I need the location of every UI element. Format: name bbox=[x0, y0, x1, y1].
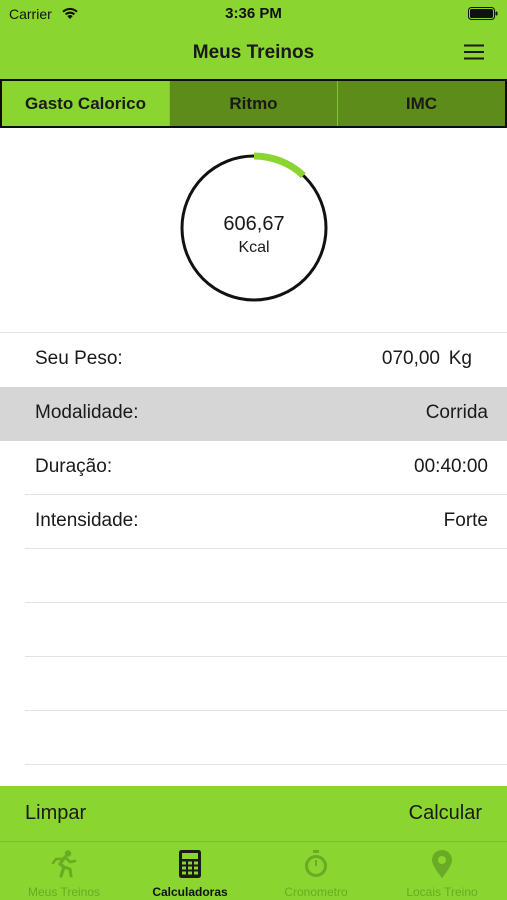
weight-label: Seu Peso: bbox=[35, 348, 123, 369]
weight-row[interactable]: Seu Peso: 070,00 Kg bbox=[0, 333, 507, 387]
screen: Carrier 3:36 PM Meus Treinos Gasto Calor… bbox=[0, 0, 507, 900]
tabbar-item-meus-treinos[interactable]: Meus Treinos bbox=[1, 842, 127, 900]
calculator-icon bbox=[179, 850, 201, 878]
hamburger-menu-icon[interactable] bbox=[463, 43, 485, 61]
intensity-row[interactable]: Intensidade: Forte bbox=[0, 495, 507, 549]
mode-label: Modalidade: bbox=[35, 402, 139, 423]
stopwatch-icon bbox=[305, 850, 327, 877]
runner-icon bbox=[51, 850, 77, 878]
mode-row[interactable]: Modalidade: Corrida bbox=[0, 387, 507, 441]
divider bbox=[25, 656, 507, 657]
battery-icon bbox=[468, 7, 498, 20]
tabbar-label: Calculadoras bbox=[152, 885, 228, 899]
mode-value: Corrida bbox=[425, 402, 488, 423]
tab-imc[interactable]: IMC bbox=[337, 81, 505, 126]
calorie-value: 606,67 bbox=[223, 213, 285, 235]
tab-ritmo[interactable]: Ritmo bbox=[169, 81, 337, 126]
tabbar-item-cronometro[interactable]: Cronometro bbox=[253, 842, 379, 900]
location-pin-icon bbox=[432, 850, 452, 878]
duration-row[interactable]: Duração: 00:40:00 bbox=[0, 441, 507, 495]
action-bar: Limpar Calcular bbox=[0, 786, 507, 841]
divider bbox=[25, 710, 507, 711]
divider bbox=[25, 548, 507, 549]
tabbar-label: Cronometro bbox=[284, 885, 348, 899]
duration-label: Duração: bbox=[35, 456, 113, 477]
intensity-label: Intensidade: bbox=[35, 510, 139, 531]
segmented-control: Gasto Calorico Ritmo IMC bbox=[0, 79, 507, 128]
gauge-progress-arc bbox=[253, 152, 306, 179]
clear-button[interactable]: Limpar bbox=[25, 802, 86, 825]
calculate-button[interactable]: Calcular bbox=[409, 802, 482, 825]
calorie-gauge: 606,67 Kcal bbox=[179, 152, 329, 304]
navigation-bar: Carrier 3:36 PM Meus Treinos bbox=[0, 0, 507, 79]
tab-gasto-calorico[interactable]: Gasto Calorico bbox=[2, 81, 169, 126]
tabbar-label: Locais Treino bbox=[406, 885, 478, 899]
status-bar: Carrier 3:36 PM bbox=[0, 0, 507, 28]
divider bbox=[25, 764, 507, 765]
duration-value: 00:40:00 bbox=[414, 456, 488, 477]
clock: 3:36 PM bbox=[225, 5, 282, 22]
tabbar-label: Meus Treinos bbox=[27, 885, 101, 899]
weight-unit: Kg bbox=[448, 348, 472, 369]
page-title: Meus Treinos bbox=[192, 42, 315, 63]
weight-value[interactable]: 070,00 bbox=[382, 348, 440, 370]
intensity-value: Forte bbox=[443, 510, 488, 531]
calorie-unit: Kcal bbox=[238, 239, 270, 256]
tab-bar: Meus Treinos Calculadoras Cronometro Loc… bbox=[0, 841, 507, 900]
divider bbox=[25, 602, 507, 603]
tabbar-item-calculadoras[interactable]: Calculadoras bbox=[127, 842, 253, 900]
tabbar-item-locais-treino[interactable]: Locais Treino bbox=[379, 842, 505, 900]
